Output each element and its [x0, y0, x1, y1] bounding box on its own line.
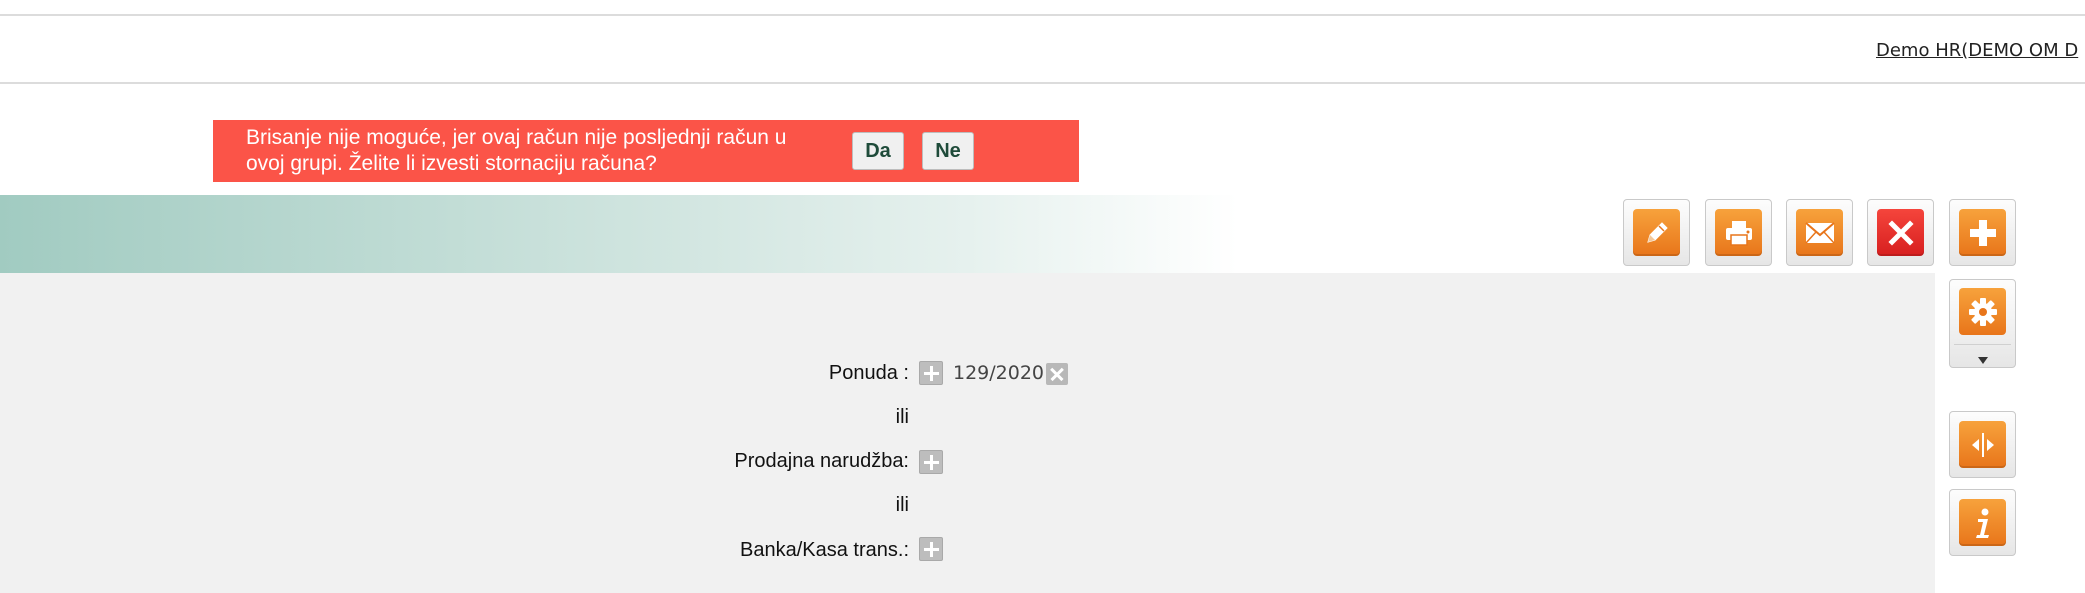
confirmation-alert: Brisanje nije moguće, jer ovaj račun nij… [213, 120, 1079, 182]
envelope-icon [1796, 209, 1843, 256]
or-separator-2: ili [895, 494, 909, 516]
add-ponuda-button[interactable] [919, 361, 943, 385]
ponuda-value: 129/2020 [953, 362, 1045, 384]
narudzba-label: Prodajna narudžba: [734, 450, 909, 472]
add-button[interactable] [1949, 199, 2016, 266]
info-button[interactable] [1949, 489, 2016, 556]
add-banka-button[interactable] [919, 537, 943, 561]
plus-icon [1959, 209, 2006, 256]
main-content-area [0, 273, 1935, 593]
banka-label: Banka/Kasa trans.: [740, 539, 909, 561]
remove-ponuda-button[interactable] [1046, 363, 1068, 385]
add-narudzba-button[interactable] [919, 450, 943, 474]
no-button[interactable]: Ne [922, 132, 974, 170]
alert-message: Brisanje nije moguće, jer ovaj račun nij… [246, 126, 787, 175]
gear-icon[interactable] [1959, 288, 2006, 335]
close-icon [1877, 209, 1924, 256]
pencil-icon [1633, 209, 1680, 256]
split-button[interactable] [1949, 411, 2016, 478]
split-arrows-icon [1959, 421, 2006, 468]
or-separator-1: ili [895, 406, 909, 428]
user-company-link[interactable]: Demo HR(DEMO OM D [1876, 40, 2078, 61]
header-bar [0, 16, 2085, 84]
ponuda-label: Ponuda : [828, 362, 909, 384]
edit-button[interactable] [1623, 199, 1690, 266]
delete-button[interactable] [1867, 199, 1934, 266]
info-icon [1959, 499, 2006, 546]
settings-button-group [1949, 279, 2016, 368]
chevron-down-icon[interactable] [1978, 352, 1988, 364]
dropdown-separator [1954, 344, 2011, 345]
printer-icon [1715, 209, 1762, 256]
yes-button[interactable]: Da [852, 132, 904, 170]
print-button[interactable] [1705, 199, 1772, 266]
email-button[interactable] [1786, 199, 1853, 266]
